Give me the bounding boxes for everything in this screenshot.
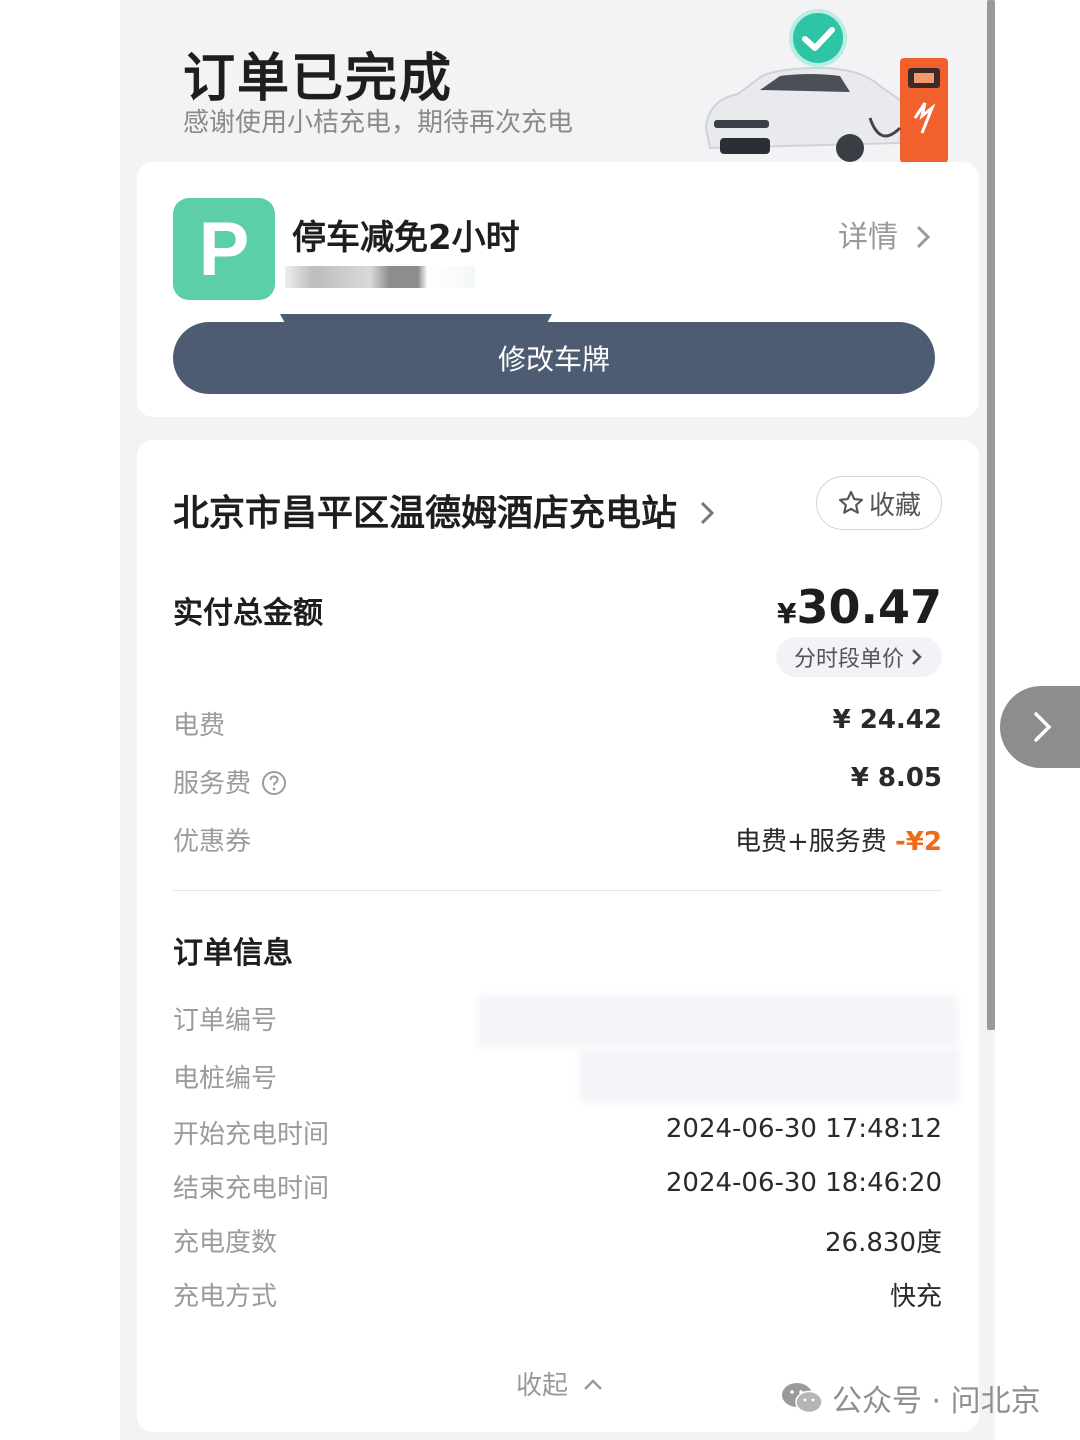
service-fee-value: ¥ 8.05 <box>850 763 942 793</box>
pile-number-redacted <box>580 1048 960 1103</box>
service-fee-label: 服务费 <box>173 769 252 799</box>
order-info-title: 订单信息 <box>173 936 293 971</box>
check-badge-icon <box>789 9 847 67</box>
service-fee-label-wrap: 服务费 <box>173 763 287 800</box>
section-divider <box>173 890 942 891</box>
watermark-text: 公众号 · 问北京 <box>832 1384 1041 1419</box>
star-icon <box>838 490 864 514</box>
chevron-right-icon <box>1034 712 1052 742</box>
coupon-label: 优惠券 <box>173 827 252 857</box>
total-amount-label: 实付总金额 <box>173 596 323 631</box>
favorite-button[interactable]: 收藏 <box>816 476 942 530</box>
period-price-label: 分时段单价 <box>793 647 904 672</box>
parking-discount-title: 停车减免2小时 <box>292 218 520 258</box>
parking-detail-link[interactable]: 详情 <box>838 212 932 256</box>
detail-label: 详情 <box>838 220 898 255</box>
chevron-right-icon <box>916 225 930 249</box>
coupon-scope: 电费+服务费 <box>734 827 896 857</box>
station-link[interactable]: 北京市昌平区温德姆酒店充电站 <box>173 484 716 536</box>
electricity-fee-value: ¥ 24.42 <box>832 705 942 735</box>
collapse-button[interactable]: 收起 <box>516 1365 604 1402</box>
order-number-redacted <box>478 995 958 1047</box>
pile-number-label: 电桩编号 <box>173 1064 278 1094</box>
license-plate-redacted <box>285 266 475 288</box>
collapse-label: 收起 <box>516 1371 569 1401</box>
help-icon[interactable] <box>261 770 287 796</box>
station-name: 北京市昌平区温德姆酒店充电站 <box>173 493 678 534</box>
end-time-label: 结束充电时间 <box>173 1174 330 1204</box>
start-time-label: 开始充电时间 <box>173 1120 330 1150</box>
chevron-right-icon <box>700 501 714 525</box>
electricity-fee-label: 电费 <box>173 711 226 741</box>
watermark: 公众号 · 问北京 <box>780 1376 1041 1420</box>
charged-energy-value: 26.830度 <box>825 1228 942 1258</box>
currency-symbol: ¥ <box>777 597 797 630</box>
coupon-value: 电费+服务费 -¥2 <box>735 821 942 858</box>
scrollbar[interactable] <box>987 0 995 1030</box>
chevron-right-icon <box>912 649 922 665</box>
modify-plate-button[interactable]: 修改车牌 <box>173 322 935 394</box>
next-page-button[interactable] <box>1000 686 1080 768</box>
favorite-label: 收藏 <box>868 490 921 521</box>
period-price-button[interactable]: 分时段单价 <box>776 637 942 677</box>
order-number-label: 订单编号 <box>173 1006 278 1036</box>
chevron-up-icon <box>584 1379 603 1390</box>
coupon-discount: -¥2 <box>895 827 942 857</box>
charging-mode-value: 快充 <box>889 1282 942 1312</box>
total-amount: ¥30.47 <box>777 580 942 634</box>
car-charging-illustration <box>704 9 948 163</box>
page-subtitle: 感谢使用小桔充电，期待再次充电 <box>183 108 574 138</box>
total-value: 30.47 <box>796 580 942 634</box>
start-time-value: 2024-06-30 17:48:12 <box>665 1114 942 1144</box>
end-time-value: 2024-06-30 18:46:20 <box>665 1168 942 1198</box>
charging-mode-label: 充电方式 <box>173 1282 278 1312</box>
page-title: 订单已完成 <box>183 49 454 109</box>
wechat-icon <box>782 1383 823 1414</box>
charged-energy-label: 充电度数 <box>173 1228 278 1258</box>
parking-icon: P <box>173 198 275 300</box>
